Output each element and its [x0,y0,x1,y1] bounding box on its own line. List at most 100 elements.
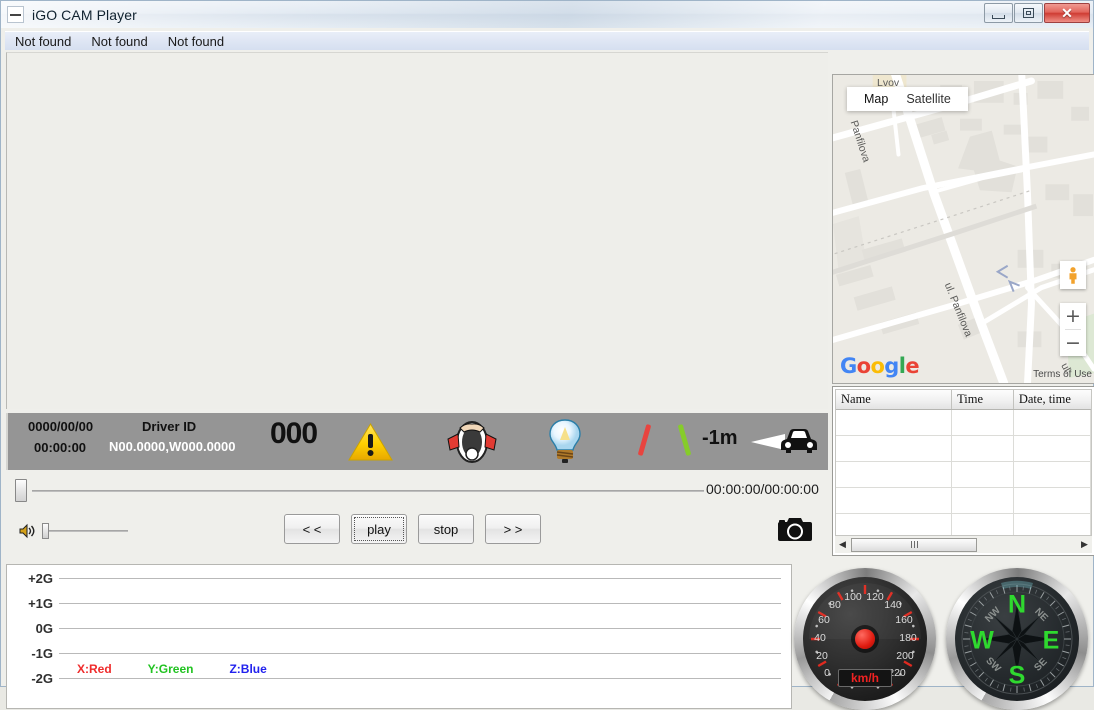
g-axis-label-zero: 0G [11,621,53,636]
legend-series-x: X:Red [77,662,112,676]
map-type-map[interactable]: Map [855,92,897,106]
g-axis-label-plus2: +2G [11,571,53,586]
maximize-icon [1023,8,1034,18]
app-icon [7,6,24,23]
map-zoom-in-button[interactable]: + [1060,303,1086,329]
google-logo: Google [840,354,919,378]
seek-slider-thumb[interactable] [15,479,27,502]
stop-button[interactable]: stop [418,514,474,544]
table-row[interactable] [836,488,1091,514]
compass-east-label: E [1043,627,1060,656]
map-type-toggle: Map Satellite [847,87,968,111]
status-time: 00:00:00 [34,440,86,455]
google-logo-g1: G [840,354,857,378]
cell-date-time [1013,488,1090,514]
video-display-area[interactable] [6,52,828,409]
scroll-left-arrow-icon[interactable]: ◀ [835,537,850,552]
map-terms-of-use-link[interactable]: Terms of Use [1033,369,1092,380]
cell-date-time [1013,410,1090,436]
speed-tick-40: 40 [814,632,826,644]
minimize-icon [992,15,1005,19]
compass-gauge: N E S W NW NE SW SE [946,568,1088,710]
seek-row: 00:00:00/00:00:00 [6,476,828,506]
rewind-button[interactable]: < < [284,514,340,544]
column-header-time[interactable]: Time [952,390,1014,410]
event-list-panel: Name Time Date, time [832,386,1094,556]
camera-icon[interactable] [777,515,813,543]
event-table: Name Time Date, time [836,390,1091,553]
speed-tick-100: 100 [844,591,862,603]
volume-slider-thumb[interactable] [42,523,49,539]
google-logo-o2: o [870,354,884,378]
minimize-button[interactable] [984,3,1013,23]
compass-north-label: N [1008,591,1026,620]
status-driver-id: Driver ID [142,419,196,434]
scroll-right-arrow-icon[interactable]: ▶ [1077,537,1092,552]
column-header-name[interactable]: Name [836,390,952,410]
speedometer-face: 0 20 40 60 80 100 120 140 160 180 200 22… [803,577,927,701]
compass-face: N E S W NW NE SW SE [955,577,1079,701]
legend-series-y: Y:Green [148,662,194,676]
cell-time [952,436,1014,462]
google-logo-o1: o [857,354,871,378]
menu-item-1[interactable]: Not found [81,32,157,51]
menu-bar: Not found Not found Not found [5,31,1089,50]
table-row[interactable] [836,436,1091,462]
google-logo-e: e [905,354,919,378]
column-header-date-time[interactable]: Date, time [1013,390,1090,410]
google-logo-g2: g [884,354,898,378]
cell-time [952,488,1014,514]
table-row[interactable] [836,462,1091,488]
volume-row [6,518,306,548]
status-distance-value: -1m [702,427,738,450]
forward-button[interactable]: > > [485,514,541,544]
cell-name [836,410,952,436]
seek-slider-track[interactable] [32,490,704,492]
speedometer-gauge: 0 20 40 60 80 100 120 140 160 180 200 22… [794,568,936,710]
playback-position-label: 00:00:00/00:00:00 [706,481,819,497]
close-icon: ✕ [1061,6,1073,20]
cell-time [952,410,1014,436]
speed-tick-180: 180 [899,632,917,644]
speed-tick-60: 60 [818,614,830,626]
transport-controls: < < play stop > > [284,514,541,544]
cell-name [836,436,952,462]
menu-item-2[interactable]: Not found [158,32,234,51]
g-axis-label-plus1: +1G [11,596,53,611]
igo-cam-player-window: iGO CAM Player ✕ Not found Not found Not… [0,0,1094,687]
volume-slider-track[interactable] [48,530,128,532]
map-panel[interactable]: Panfilova ul. Panfilova Lvov ul. Map Sat… [832,74,1094,384]
close-button[interactable]: ✕ [1044,3,1090,23]
window-body: Not found Not found Not found 0000/00/00… [0,28,1094,687]
g-gridline-minus1 [59,653,781,654]
warning-triangle-icon [348,422,393,462]
g-gridline-plus1 [59,603,781,604]
map-type-satellite[interactable]: Satellite [897,92,959,106]
play-button[interactable]: play [351,514,407,544]
speed-tick-120: 120 [866,591,884,603]
scrollbar-thumb[interactable] [851,538,977,552]
legend-series-z: Z:Blue [229,662,266,676]
maximize-button[interactable] [1014,3,1043,23]
speed-tick-80: 80 [829,599,841,611]
g-axis-label-minus1: -1G [11,646,53,661]
map-zoom-out-button[interactable]: − [1060,330,1086,356]
status-speed-value: 000 [270,417,317,451]
event-table-header-row: Name Time Date, time [836,390,1091,410]
event-list-horizontal-scrollbar[interactable]: ◀ ▶ [835,535,1092,553]
street-view-pegman-icon[interactable] [1060,261,1086,289]
scrollbar-grip-icon [911,541,918,548]
menu-item-0[interactable]: Not found [5,32,81,51]
table-row[interactable] [836,410,1091,436]
car-icon [780,426,818,456]
speed-tick-200: 200 [896,650,914,662]
lightbulb-icon [547,418,583,464]
g-gridline-plus2 [59,578,781,579]
status-gps-coordinates: N00.0000,W000.0000 [109,439,235,454]
g-force-chart: +2G +1G 0G -1G -2G X:Red Y:Green Z:Blue [6,564,792,709]
title-bar: iGO CAM Player ✕ [0,0,1094,28]
cell-date-time [1013,436,1090,462]
speedometer-unit-label: km/h [838,669,892,687]
map-zoom-controls: + − [1060,303,1086,356]
speaker-icon[interactable] [18,521,38,541]
